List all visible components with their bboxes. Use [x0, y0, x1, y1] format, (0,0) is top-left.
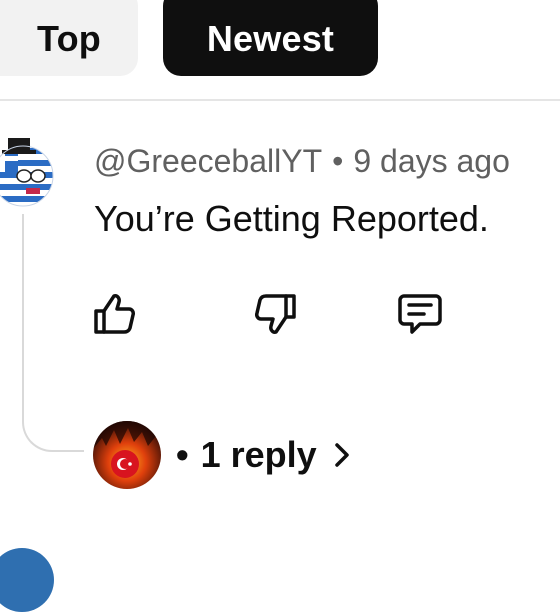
thumbs-down-icon [252, 290, 300, 343]
filter-chip-top-label: Top [37, 18, 101, 59]
reply-button[interactable] [396, 292, 444, 340]
thumbs-up-icon [90, 290, 138, 343]
meta-separator: • [332, 143, 344, 179]
like-button[interactable] [90, 292, 138, 340]
replies-bullet: • [176, 434, 189, 475]
greece-countryball-avatar-icon[interactable] [0, 138, 58, 208]
reply-thread-line [22, 214, 84, 452]
comment-reply-icon [396, 290, 444, 343]
dislike-button[interactable] [252, 292, 300, 340]
chevron-right-icon [331, 440, 353, 470]
header-divider [0, 99, 560, 101]
filter-chip-top[interactable]: Top [0, 0, 138, 76]
filter-chip-newest[interactable]: Newest [163, 0, 378, 76]
next-comment-avatar[interactable] [0, 548, 54, 612]
comment-text: You’re Getting Reported. [94, 198, 489, 239]
view-replies-button[interactable]: • 1 reply [176, 430, 353, 480]
comment-timestamp[interactable]: 9 days ago [353, 143, 510, 179]
replies-count-label: 1 reply [200, 434, 317, 475]
comment-author[interactable]: @GreeceballYT [94, 143, 322, 179]
filter-chip-newest-label: Newest [206, 18, 335, 59]
comment-meta: @GreeceballYT • 9 days ago [94, 143, 510, 180]
turkey-countryball-fire-avatar-icon[interactable] [92, 420, 162, 490]
